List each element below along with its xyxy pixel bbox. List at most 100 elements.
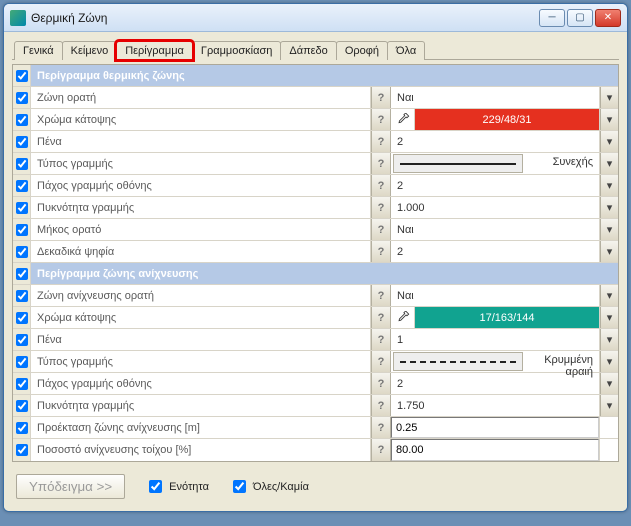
property-row: Πάχος γραμμής οθόνης?2▾	[13, 175, 618, 197]
dropdown-button[interactable]: ▾	[600, 241, 618, 262]
help-button[interactable]: ?	[371, 87, 391, 108]
row-checkbox[interactable]	[13, 263, 31, 284]
row-checkbox[interactable]	[13, 65, 31, 86]
property-value: 1.000	[391, 197, 599, 218]
property-control: ?1.750	[371, 395, 600, 416]
dropdown-button[interactable]: ▾	[600, 395, 618, 416]
property-control: ?Ναι	[371, 87, 600, 108]
row-checkbox[interactable]	[13, 197, 31, 218]
property-control: ? 17/163/144	[371, 307, 600, 328]
help-button[interactable]: ?	[371, 351, 391, 372]
dropdown-button[interactable]: ▾	[600, 197, 618, 218]
property-value: 2	[391, 241, 599, 262]
property-row: Ζώνη ορατή?Ναι▾	[13, 87, 618, 109]
property-input[interactable]	[391, 439, 599, 461]
row-checkbox[interactable]	[13, 109, 31, 130]
property-label: Ζώνη ανίχνευσης ορατή	[31, 285, 371, 306]
section-checkbox[interactable]: Ενότητα	[145, 477, 209, 496]
row-checkbox[interactable]	[13, 285, 31, 306]
property-label: Πάχος γραμμής οθόνης	[31, 373, 371, 394]
color-swatch[interactable]: 17/163/144	[415, 307, 599, 328]
help-button[interactable]: ?	[371, 131, 391, 152]
property-row: Μήκος ορατό?Ναι▾	[13, 219, 618, 241]
dropdown-button[interactable]: ▾	[600, 307, 618, 328]
dropdown-button[interactable]: ▾	[600, 109, 618, 130]
dropdown-button[interactable]: ▾	[600, 373, 618, 394]
eyedropper-icon[interactable]	[391, 109, 415, 130]
tab-2[interactable]: Περίγραμμα	[116, 41, 193, 60]
help-button[interactable]: ?	[371, 395, 391, 416]
property-label: Πένα	[31, 329, 371, 350]
all-none-checkbox[interactable]: Όλες/Καμία	[229, 477, 309, 496]
help-button[interactable]: ?	[371, 175, 391, 196]
dropdown-button[interactable]: ▾	[600, 87, 618, 108]
property-control: ?2	[371, 131, 600, 152]
help-button[interactable]: ?	[371, 373, 391, 394]
tab-6[interactable]: Όλα	[387, 41, 425, 60]
property-control: ?2	[371, 373, 600, 394]
row-checkbox[interactable]	[13, 219, 31, 240]
property-value: 1	[391, 329, 599, 350]
all-none-checkbox-input[interactable]	[233, 480, 246, 493]
maximize-button[interactable]: ▢	[567, 9, 593, 27]
footer: Υπόδειγμα >> Ενότητα Όλες/Καμία	[12, 462, 619, 501]
dropdown-button[interactable]: ▾	[600, 285, 618, 306]
help-button[interactable]: ?	[371, 417, 391, 438]
help-button[interactable]: ?	[371, 241, 391, 262]
dropdown-button[interactable]: ▾	[600, 131, 618, 152]
tab-3[interactable]: Γραμμοσκίαση	[192, 41, 281, 60]
tab-5[interactable]: Οροφή	[336, 41, 388, 60]
row-checkbox[interactable]	[13, 307, 31, 328]
property-row: Πυκνότητα γραμμής?1.750▾	[13, 395, 618, 417]
row-checkbox[interactable]	[13, 153, 31, 174]
property-value: 1.750	[391, 395, 599, 416]
property-control: ?2	[371, 241, 600, 262]
tab-1[interactable]: Κείμενο	[62, 41, 118, 60]
property-label: Χρώμα κάτοψης	[31, 307, 371, 328]
row-checkbox[interactable]	[13, 373, 31, 394]
property-row: Χρώμα κάτοψης? 17/163/144▾	[13, 307, 618, 329]
property-label: Χρώμα κάτοψης	[31, 109, 371, 130]
row-checkbox[interactable]	[13, 131, 31, 152]
row-checkbox[interactable]	[13, 351, 31, 372]
help-button[interactable]: ?	[371, 329, 391, 350]
line-preview	[393, 352, 523, 371]
close-button[interactable]: ✕	[595, 9, 621, 27]
property-input[interactable]	[391, 417, 599, 438]
line-preview	[393, 154, 523, 173]
property-row: Πάχος γραμμής οθόνης?2▾	[13, 373, 618, 395]
tab-strip: ΓενικάΚείμενοΠερίγραμμαΓραμμοσκίασηΔάπεδ…	[12, 40, 619, 60]
sample-button[interactable]: Υπόδειγμα >>	[16, 474, 125, 499]
content: ΓενικάΚείμενοΠερίγραμμαΓραμμοσκίασηΔάπεδ…	[4, 32, 627, 511]
help-button[interactable]: ?	[371, 439, 391, 461]
help-button[interactable]: ?	[371, 285, 391, 306]
help-button[interactable]: ?	[371, 153, 391, 174]
tab-4[interactable]: Δάπεδο	[280, 41, 336, 60]
section-checkbox-label: Ενότητα	[169, 481, 209, 493]
row-checkbox[interactable]	[13, 87, 31, 108]
section-checkbox-input[interactable]	[149, 480, 162, 493]
property-row: Ποσοστό ανίχνευσης τοίχου [%]?▾	[13, 439, 618, 461]
help-button[interactable]: ?	[371, 109, 391, 130]
property-label: Πάχος γραμμής οθόνης	[31, 175, 371, 196]
all-none-checkbox-label: Όλες/Καμία	[253, 481, 309, 493]
dropdown-button[interactable]: ▾	[600, 219, 618, 240]
color-swatch[interactable]: 229/48/31	[415, 109, 599, 130]
eyedropper-icon[interactable]	[391, 307, 415, 328]
dropdown-button[interactable]: ▾	[600, 329, 618, 350]
row-checkbox[interactable]	[13, 439, 31, 461]
minimize-button[interactable]: ─	[539, 9, 565, 27]
help-button[interactable]: ?	[371, 307, 391, 328]
row-checkbox[interactable]	[13, 417, 31, 438]
tab-0[interactable]: Γενικά	[14, 41, 63, 60]
dropdown-button[interactable]: ▾	[600, 175, 618, 196]
dropdown-button[interactable]: ▾	[600, 153, 618, 174]
property-value: Ναι	[391, 87, 599, 108]
help-button[interactable]: ?	[371, 219, 391, 240]
help-button[interactable]: ?	[371, 197, 391, 218]
row-checkbox[interactable]	[13, 241, 31, 262]
row-checkbox[interactable]	[13, 395, 31, 416]
dropdown-button[interactable]: ▾	[600, 351, 618, 372]
row-checkbox[interactable]	[13, 175, 31, 196]
row-checkbox[interactable]	[13, 329, 31, 350]
